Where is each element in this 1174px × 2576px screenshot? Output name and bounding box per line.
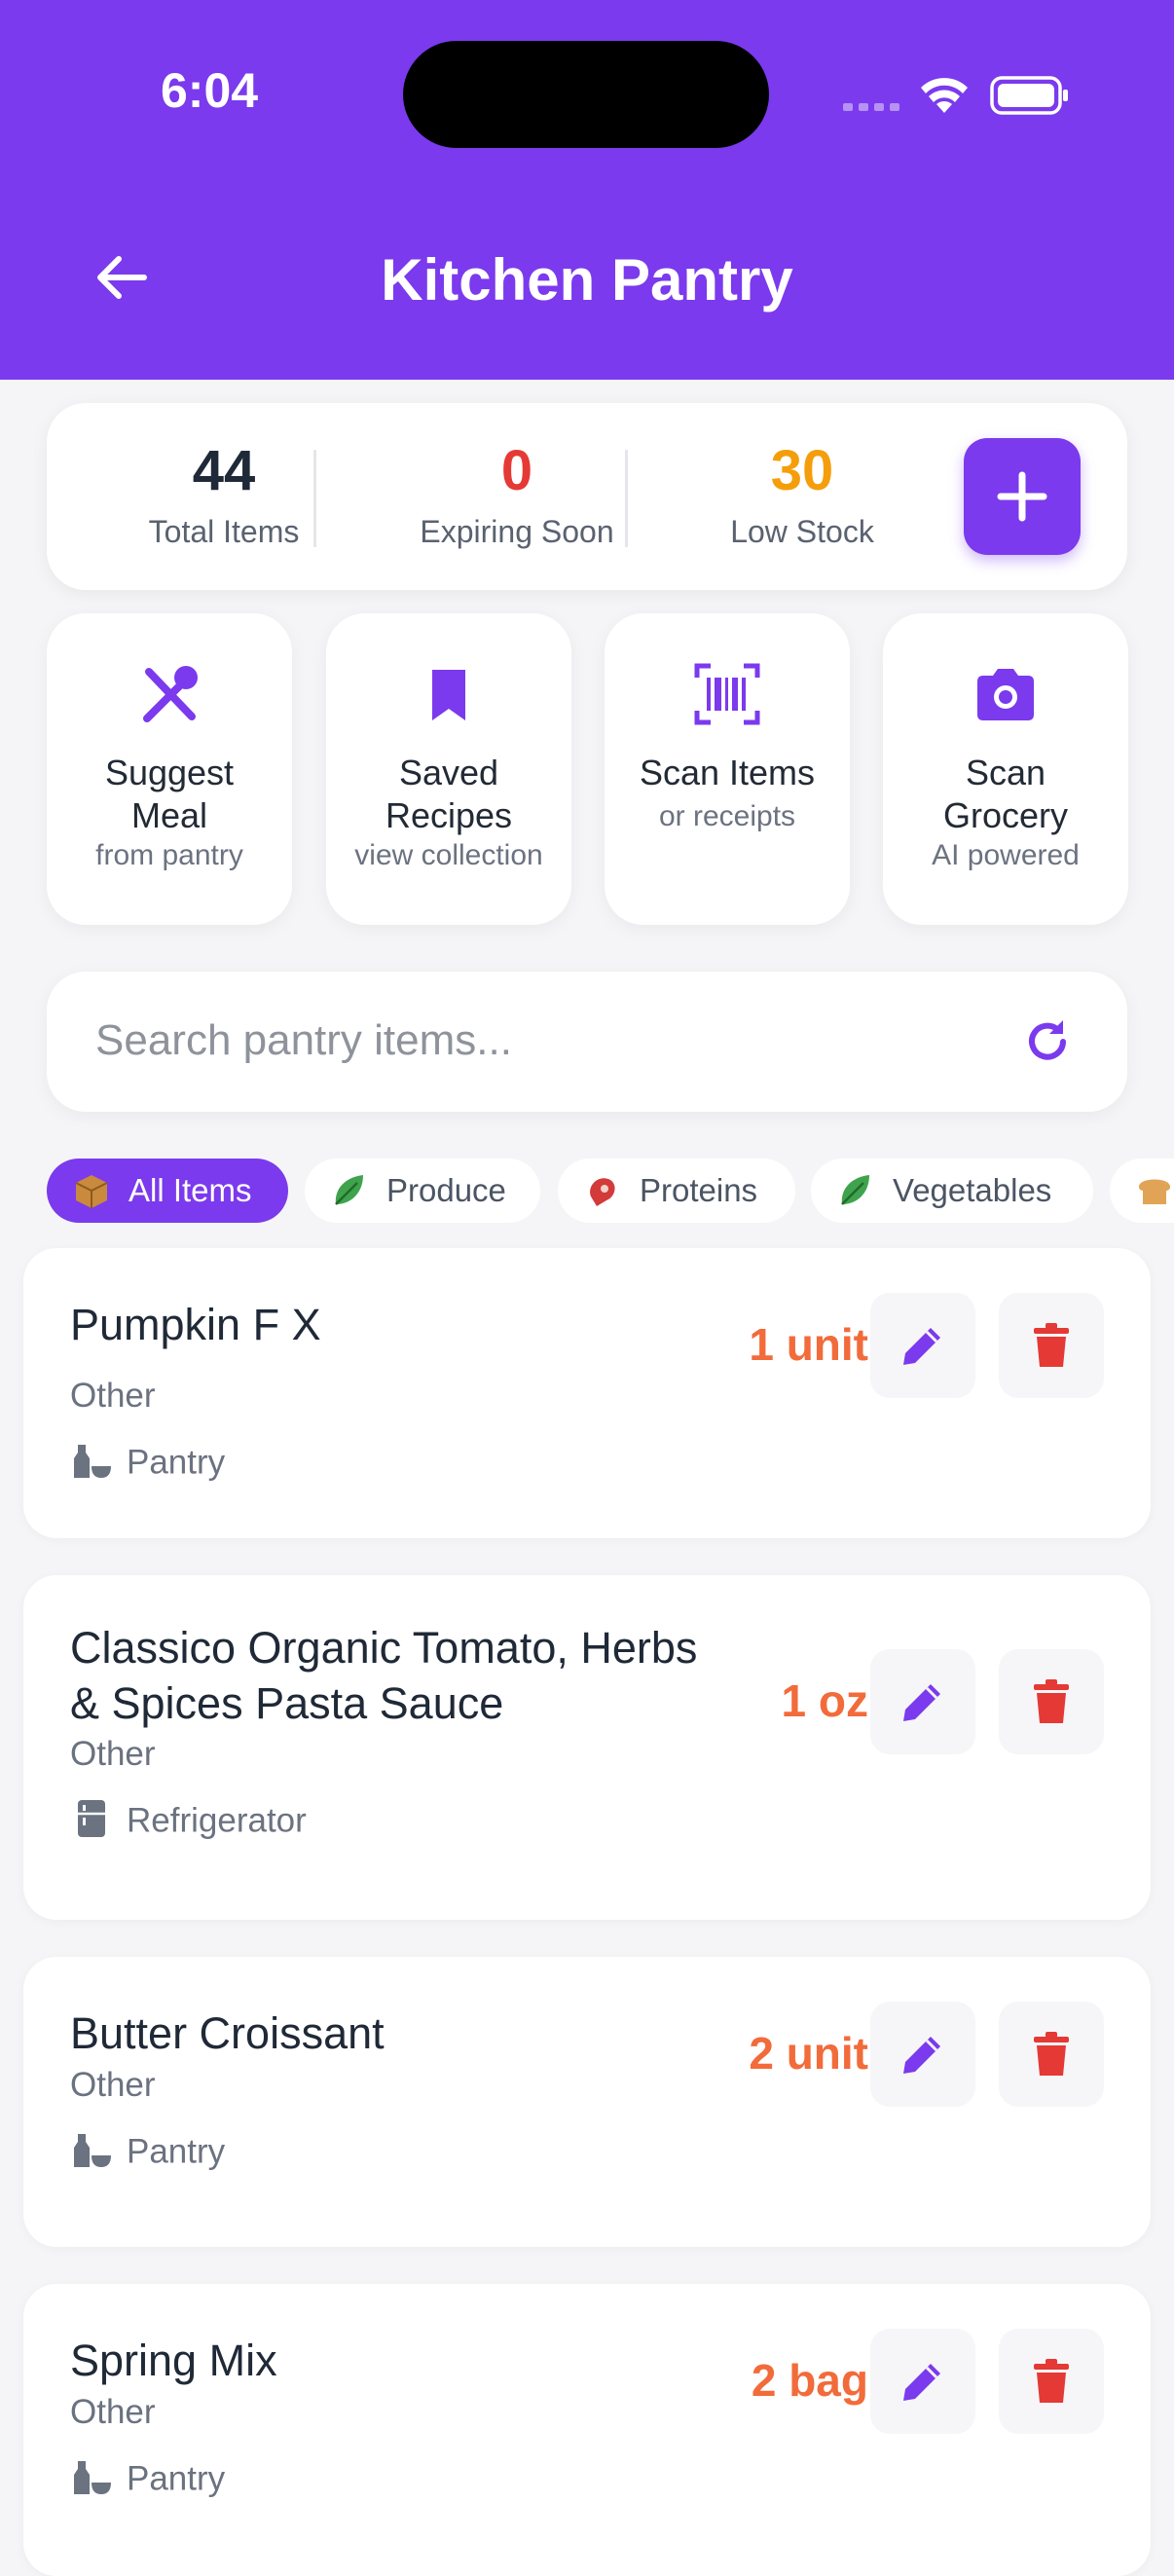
stat-value: 30 [770, 439, 834, 502]
chip-produce[interactable]: Produce [305, 1159, 540, 1223]
chip-label: Proteins [640, 1172, 758, 1208]
pantry-bottles-icon [74, 1445, 111, 1478]
add-item-button[interactable] [964, 438, 1081, 555]
item-name: Butter Croissant [70, 2008, 385, 2058]
pencil-icon [903, 2037, 940, 2074]
stat-expiring-soon: 0 Expiring Soon [339, 440, 695, 550]
location-label: Pantry [127, 2459, 226, 2498]
chip-label: Vegetables [893, 1172, 1052, 1208]
chip-bakery[interactable] [1110, 1159, 1174, 1223]
stat-label: Expiring Soon [420, 514, 614, 549]
scan-grocery-button[interactable]: Scan Grocery AI powered [883, 613, 1128, 925]
item-name: Classico Organic Tomato, Herbs & Spices P… [70, 1623, 698, 1728]
pantry-item-card[interactable]: Spring Mix Other Pantry 2 bag [23, 2284, 1151, 2576]
pantry-item-card[interactable]: Classico Organic Tomato, Herbs & Spices P… [23, 1575, 1151, 1920]
item-location: Pantry [70, 1443, 225, 1486]
item-quantity: 2 bag [751, 2355, 868, 2406]
delete-button[interactable] [999, 2002, 1104, 2107]
tile-title: Saved Recipes [385, 753, 513, 835]
item-location: Pantry [70, 2459, 225, 2502]
status-icons [843, 76, 1068, 115]
stat-value: 44 [192, 439, 256, 502]
stat-divider [625, 450, 628, 547]
stat-divider [313, 450, 316, 547]
suggest-meal-button[interactable]: Suggest Meal from pantry [47, 613, 292, 925]
bookmark-icon [432, 670, 465, 720]
tile-title: Scan Grocery [942, 753, 1069, 835]
delete-button[interactable] [999, 2329, 1104, 2434]
item-name: Spring Mix [70, 2336, 277, 2385]
scan-items-button[interactable]: Scan Items or receipts [605, 613, 850, 925]
tile-title: Suggest Meal [104, 753, 235, 835]
trash-icon [1034, 2359, 1069, 2403]
item-location: Refrigerator [70, 1800, 307, 1844]
pantry-bottles-icon [74, 2134, 111, 2167]
leafy-green-icon [335, 1175, 363, 1205]
tile-subtitle: AI powered [932, 839, 1080, 871]
chip-proteins[interactable]: Proteins [558, 1159, 795, 1223]
camera-icon [977, 669, 1034, 720]
saved-recipes-button[interactable]: Saved Recipes view collection [326, 613, 571, 925]
edit-button[interactable] [870, 1649, 975, 1754]
tile-title: Scan Items [639, 753, 816, 792]
item-category: Other [70, 2066, 156, 2104]
app-header: 6:04 Kitchen Pantry [0, 0, 1174, 380]
item-quantity: 1 unit [749, 1319, 868, 1370]
trash-icon [1034, 1679, 1069, 1723]
dynamic-island [403, 41, 769, 148]
tile-subtitle: or receipts [658, 800, 796, 832]
delete-button[interactable] [999, 1649, 1104, 1754]
pantry-item-card[interactable]: Butter Croissant Other Pantry 2 unit [23, 1957, 1151, 2247]
chip-vegetables[interactable]: Vegetables [811, 1159, 1093, 1223]
pantry-stats-card: 44 Total Items 0 Expiring Soon 30 Low St… [47, 403, 1127, 590]
pantry-item-card[interactable]: Pumpkin F X Other Pantry 1 unit [23, 1248, 1151, 1538]
location-label: Pantry [127, 1443, 226, 1482]
item-category: Other [70, 1377, 156, 1415]
bread-icon [1139, 1179, 1170, 1204]
trash-icon [1034, 2032, 1069, 2076]
stat-total-items: 44 Total Items [78, 440, 370, 550]
location-label: Pantry [127, 2132, 226, 2171]
chip-label: Produce [386, 1172, 506, 1208]
tile-subtitle: from pantry [95, 839, 243, 871]
trash-icon [1034, 1323, 1069, 1367]
item-category: Other [70, 1735, 156, 1773]
edit-button[interactable] [870, 1293, 975, 1398]
refresh-icon[interactable] [1020, 1014, 1075, 1069]
pantry-bottles-icon [74, 2461, 111, 2494]
page-title: Kitchen Pantry [381, 247, 793, 313]
item-category: Other [70, 2393, 156, 2431]
stat-label: Low Stock [730, 514, 874, 549]
box-icon [75, 1175, 108, 1208]
pencil-icon [903, 1684, 940, 1721]
item-quantity: 2 unit [749, 2028, 868, 2079]
stat-label: Total Items [148, 514, 300, 549]
edit-button[interactable] [870, 2002, 975, 2107]
wifi-icon [921, 78, 968, 113]
item-quantity: 1 oz [781, 1675, 868, 1726]
battery-icon [990, 76, 1068, 115]
pencil-icon [903, 1328, 940, 1365]
stat-value: 0 [500, 439, 533, 502]
utensils-icon [143, 666, 198, 722]
chip-label: All Items [128, 1172, 252, 1208]
meat-icon [590, 1178, 615, 1206]
signal-icon [843, 103, 899, 111]
location-label: Refrigerator [127, 1801, 307, 1840]
leafy-green-icon [841, 1175, 869, 1205]
item-name: Pumpkin F X [70, 1300, 321, 1349]
delete-button[interactable] [999, 1293, 1104, 1398]
stat-low-stock: 30 Low Stock [656, 440, 948, 550]
search-placeholder: Search pantry items... [95, 1016, 512, 1064]
status-time: 6:04 [161, 63, 259, 118]
search-input[interactable]: Search pantry items... [47, 972, 1127, 1112]
item-location: Pantry [70, 2132, 225, 2175]
plus-icon [997, 471, 1047, 522]
pencil-icon [903, 2364, 940, 2401]
edit-button[interactable] [870, 2329, 975, 2434]
barcode-scan-icon [694, 663, 760, 725]
chip-all-items[interactable]: All Items [47, 1159, 288, 1223]
tile-subtitle: view collection [354, 839, 543, 871]
refrigerator-icon [78, 1800, 105, 1837]
